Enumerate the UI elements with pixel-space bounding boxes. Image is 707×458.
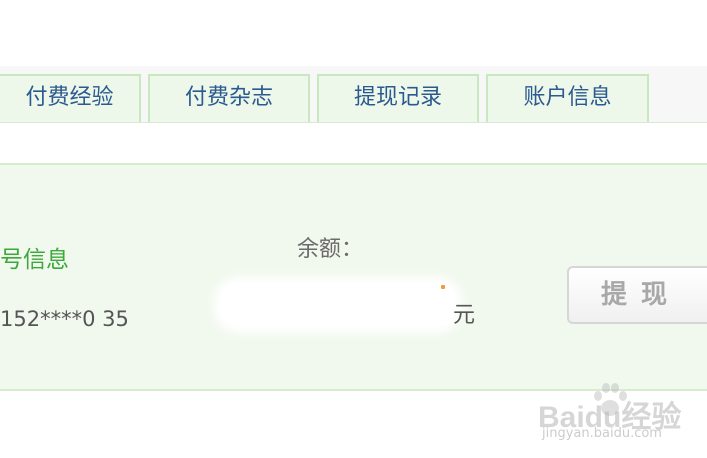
- balance-redaction: [220, 283, 456, 327]
- baidu-watermark: Baidu经验 jingyan.baidu.com: [538, 378, 698, 448]
- account-phone-number: 152****0 35: [0, 307, 129, 331]
- redaction-mark: [441, 285, 445, 289]
- tab-bar: 付费经验 付费杂志 提现记录 账户信息: [0, 66, 707, 123]
- currency-unit: 元: [453, 303, 476, 328]
- balance-label: 余额：: [297, 237, 364, 262]
- tab-account-info[interactable]: 账户信息: [486, 74, 649, 122]
- tab-paid-experience[interactable]: 付费经验: [0, 74, 141, 122]
- tab-paid-magazine[interactable]: 付费杂志: [148, 74, 310, 122]
- withdraw-button[interactable]: 提现: [567, 266, 707, 324]
- account-info-title: 号信息: [0, 247, 69, 273]
- tab-withdraw-records[interactable]: 提现记录: [317, 74, 479, 122]
- watermark-url: jingyan.baidu.com: [542, 426, 662, 441]
- account-panel: 号信息 152****0 35 余额： 元 提现: [0, 163, 707, 391]
